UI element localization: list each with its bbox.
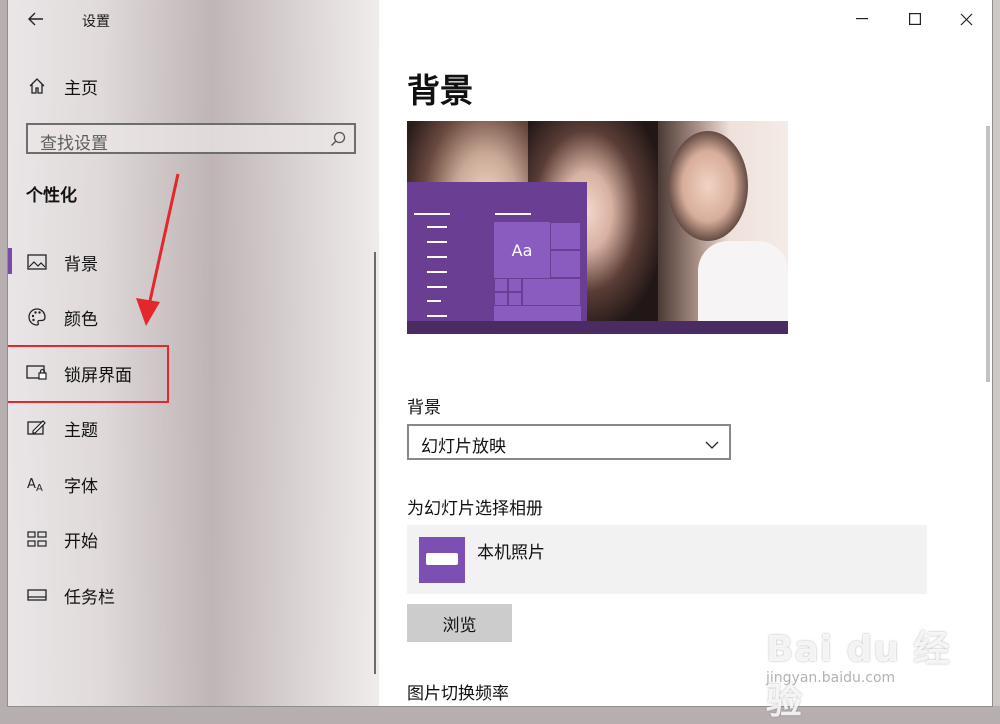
drive-icon — [419, 537, 465, 583]
taskbar-icon — [26, 584, 48, 606]
sidebar-item-background[interactable]: 背景 — [8, 240, 379, 284]
preview-start-menu: Aa — [407, 182, 587, 321]
sidebar-item-font[interactable]: AA 字体 — [8, 462, 379, 506]
sidebar: 设置 主页 查找设置 个性化 背景 颜色 锁屏界面 主题 A A 字体 开始 任… — [8, 0, 379, 706]
baidu-watermark: Bai du 经验 jingyan.baidu.com — [766, 620, 966, 722]
settings-window: 设置 主页 查找设置 个性化 背景 颜色 锁屏界面 主题 A A 字体 开始 任… — [8, 0, 992, 706]
page-title: 背景 — [407, 71, 473, 110]
main-scrollbar[interactable] — [986, 126, 990, 382]
sidebar-item-theme[interactable]: 主题 — [8, 406, 379, 450]
search-icon — [330, 131, 346, 151]
search-input[interactable]: 查找设置 — [26, 123, 356, 154]
preview-menu-line — [414, 213, 450, 215]
close-icon — [960, 13, 972, 25]
minimize-icon — [856, 18, 868, 20]
sidebar-item-label: 任务栏 — [64, 587, 115, 608]
preview-photo-3 — [658, 121, 788, 321]
interval-label: 图片切换频率 — [407, 684, 509, 704]
sidebar-item-start[interactable]: 开始 — [8, 517, 379, 561]
preview-menu-line — [495, 213, 531, 215]
sidebar-item-label: 字体 — [64, 476, 98, 497]
sidebar-item-taskbar[interactable]: 任务栏 — [8, 573, 379, 617]
sidebar-item-label: 开始 — [64, 531, 98, 552]
background-preview: Aa — [407, 121, 788, 334]
app-title: 设置 — [82, 14, 110, 30]
watermark-sub: jingyan.baidu.com — [766, 670, 896, 686]
close-button[interactable] — [940, 0, 992, 38]
section-title: 个性化 — [26, 186, 77, 206]
svg-text:A: A — [36, 483, 43, 492]
background-label: 背景 — [407, 398, 441, 418]
sidebar-item-label: 颜色 — [64, 309, 98, 330]
nav-home[interactable]: 主页 — [8, 64, 379, 108]
nav-home-label: 主页 — [64, 78, 98, 99]
preview-photo-shirt — [698, 241, 788, 321]
preview-photo-face — [668, 131, 748, 241]
preview-tile-aa: Aa — [494, 222, 550, 278]
background-dropdown[interactable]: 幻灯片放映 — [407, 424, 731, 460]
main-panel: 背景 Aa 背景 幻灯片放映 为幻灯片选择相册 本机照片 浏览 图片切换频率 — [379, 0, 992, 706]
minimize-button[interactable] — [836, 0, 888, 38]
svg-text:A: A — [27, 477, 36, 492]
sidebar-item-label: 主题 — [64, 420, 98, 441]
chevron-down-icon — [705, 435, 719, 454]
maximize-button[interactable] — [889, 0, 941, 38]
annotation-arrow — [136, 173, 180, 326]
album-label: 为幻灯片选择相册 — [407, 499, 543, 519]
browse-button[interactable]: 浏览 — [407, 604, 512, 642]
preview-tiles: Aa — [494, 222, 581, 321]
highlight-box — [8, 345, 169, 403]
sidebar-scrollbar[interactable] — [374, 252, 376, 674]
back-button[interactable] — [22, 6, 50, 32]
back-arrow-icon — [28, 12, 43, 26]
font-icon: AA — [26, 473, 48, 495]
album-item[interactable]: 本机照片 — [407, 525, 927, 594]
palette-icon — [26, 306, 48, 328]
home-icon — [26, 75, 48, 97]
preview-taskbar — [407, 321, 788, 334]
sidebar-item-color[interactable]: 颜色 — [8, 295, 379, 339]
sidebar-item-label: 背景 — [64, 254, 98, 275]
start-icon — [26, 528, 48, 550]
maximize-icon — [909, 13, 921, 25]
theme-icon — [26, 417, 48, 439]
title-bar: 设置 — [8, 0, 379, 40]
background-dropdown-value: 幻灯片放映 — [421, 437, 506, 457]
picture-icon — [26, 251, 48, 273]
album-name: 本机照片 — [477, 543, 545, 563]
search-placeholder: 查找设置 — [40, 134, 108, 154]
